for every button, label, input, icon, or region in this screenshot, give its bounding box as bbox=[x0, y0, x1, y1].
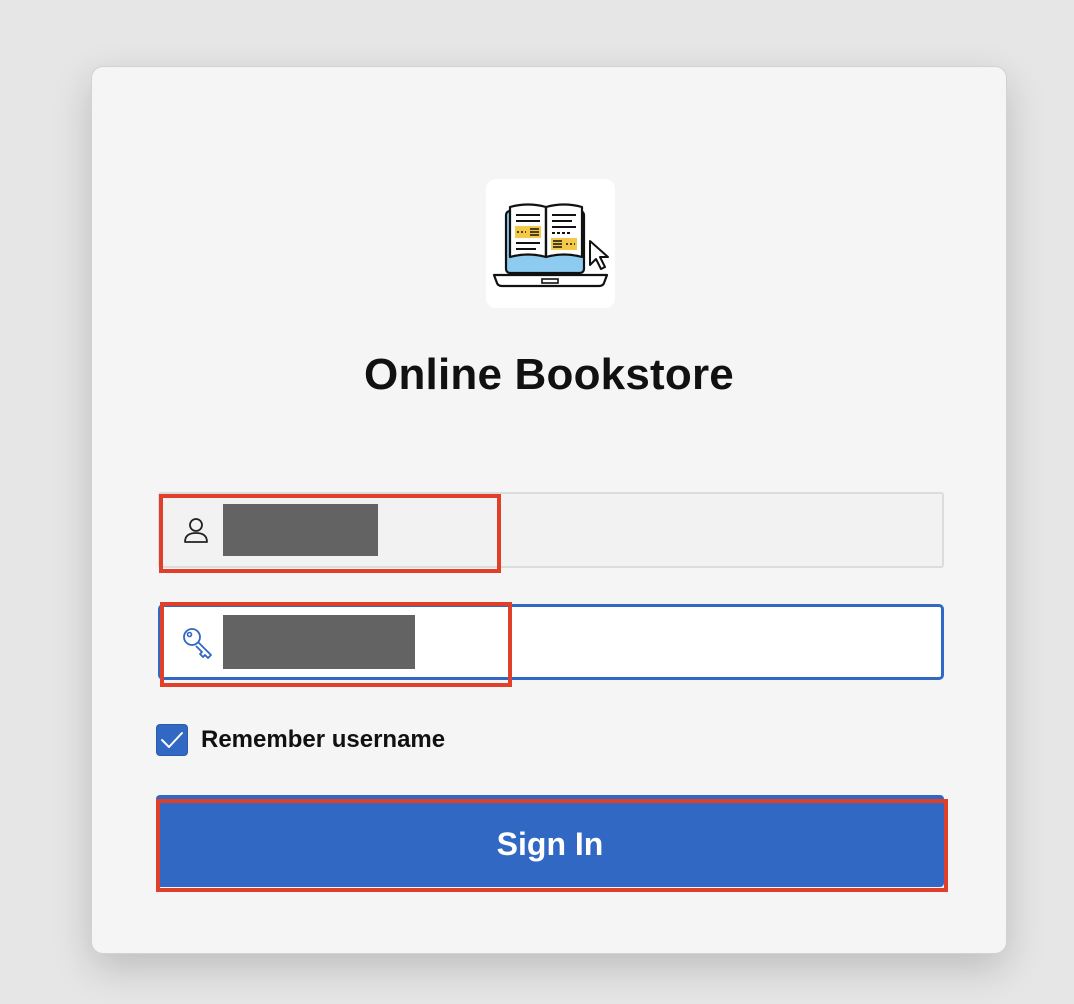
user-icon bbox=[180, 514, 212, 546]
password-field[interactable] bbox=[158, 604, 944, 680]
app-title: Online Bookstore bbox=[364, 350, 734, 399]
username-value-redacted bbox=[223, 504, 378, 556]
username-field[interactable] bbox=[158, 492, 944, 568]
remember-username-label[interactable]: Remember username bbox=[201, 726, 445, 754]
sign-in-button[interactable]: Sign In bbox=[156, 795, 944, 887]
login-card: Online Bookstore Remember username Sign … bbox=[91, 66, 1007, 954]
login-screen: Online Bookstore Remember username Sign … bbox=[0, 0, 1074, 1004]
key-icon bbox=[181, 626, 213, 659]
remember-username-checkbox[interactable] bbox=[156, 724, 188, 756]
book-laptop-icon bbox=[486, 179, 615, 308]
password-value-redacted bbox=[223, 615, 415, 669]
remember-username-row[interactable]: Remember username bbox=[156, 724, 445, 756]
check-icon bbox=[161, 732, 183, 748]
